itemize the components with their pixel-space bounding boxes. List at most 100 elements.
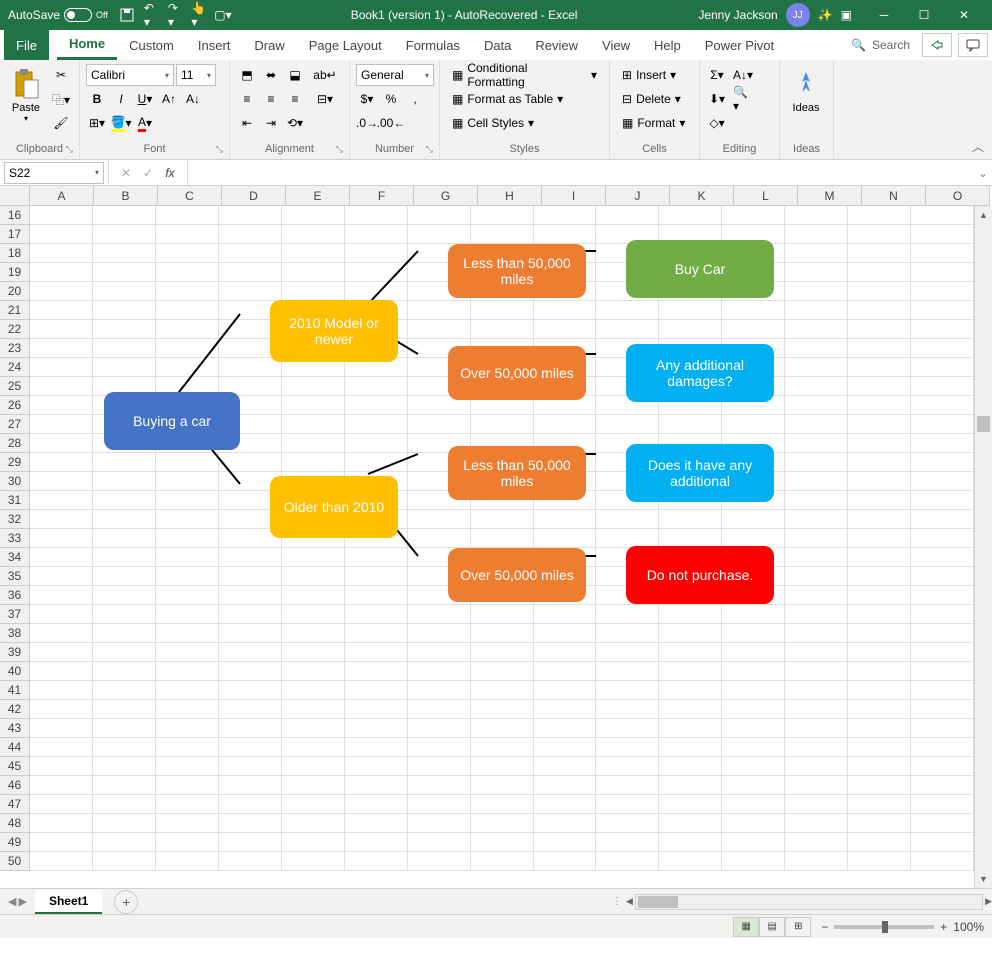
row-header-27[interactable]: 27 [0,415,30,434]
redo-icon[interactable]: ↷ ▾ [168,8,182,22]
column-header-J[interactable]: J [606,186,670,206]
fill-color-button[interactable]: 🪣▾ [110,112,132,134]
column-header-G[interactable]: G [414,186,478,206]
align-right-button[interactable]: ≡ [284,88,306,110]
fill-button[interactable]: ⬇▾ [706,88,728,110]
delete-cells-button[interactable]: ⊟Delete ▾ [616,88,693,110]
page-break-view-button[interactable]: ⊞ [785,917,811,937]
row-header-49[interactable]: 49 [0,833,30,852]
percent-button[interactable]: % [380,88,402,110]
coming-soon-icon[interactable]: ✨ [818,8,833,22]
page-layout-view-button[interactable]: ▤ [759,917,785,937]
increase-decimal-button[interactable]: .0→ [356,112,378,134]
node-outcome-buy[interactable]: Buy Car [626,240,774,298]
row-header-38[interactable]: 38 [0,624,30,643]
increase-font-button[interactable]: A↑ [158,88,180,110]
underline-button[interactable]: U▾ [134,88,156,110]
zoom-slider[interactable] [834,925,934,929]
row-header-37[interactable]: 37 [0,605,30,624]
row-header-41[interactable]: 41 [0,681,30,700]
hscroll-right[interactable]: ▶ [985,896,992,907]
column-header-O[interactable]: O [926,186,990,206]
decrease-indent-button[interactable]: ⇤ [236,112,258,134]
decrease-font-button[interactable]: A↓ [182,88,204,110]
row-header-21[interactable]: 21 [0,301,30,320]
row-header-48[interactable]: 48 [0,814,30,833]
clear-button[interactable]: ◇▾ [706,112,728,134]
cancel-formula-button[interactable]: ✕ [117,164,135,182]
row-header-22[interactable]: 22 [0,320,30,339]
row-header-50[interactable]: 50 [0,852,30,871]
row-header-34[interactable]: 34 [0,548,30,567]
sheet-tab-1[interactable]: Sheet1 [35,890,102,914]
font-launcher[interactable]: ⤡ [216,144,223,155]
qat-customize-icon[interactable]: ▢▾ [216,8,230,22]
font-color-button[interactable]: A▾ [134,112,156,134]
row-header-39[interactable]: 39 [0,643,30,662]
wrap-text-button[interactable]: ab↵ [310,64,340,86]
hscroll-left[interactable]: ◀ [626,896,633,907]
node-b-less[interactable]: Less than 50,000 miles [448,446,586,500]
column-header-K[interactable]: K [670,186,734,206]
row-header-28[interactable]: 28 [0,434,30,453]
node-outcome-additional[interactable]: Does it have any additional [626,444,774,502]
row-header-20[interactable]: 20 [0,282,30,301]
enter-formula-button[interactable]: ✓ [139,164,157,182]
hscroll-thumb[interactable] [638,896,678,908]
row-header-35[interactable]: 35 [0,567,30,586]
row-header-25[interactable]: 25 [0,377,30,396]
align-middle-button[interactable]: ⬌ [260,64,282,86]
tab-view[interactable]: View [590,30,642,60]
row-header-42[interactable]: 42 [0,700,30,719]
ideas-button[interactable]: Ideas [786,64,826,116]
align-top-button[interactable]: ⬒ [236,64,258,86]
column-header-D[interactable]: D [222,186,286,206]
row-header-24[interactable]: 24 [0,358,30,377]
number-launcher[interactable]: ⤡ [426,144,433,155]
row-header-44[interactable]: 44 [0,738,30,757]
node-root[interactable]: Buying a car [104,392,240,450]
cut-button[interactable]: ✂ [50,64,72,86]
node-branch-a[interactable]: 2010 Model or newer [270,300,398,362]
autosum-button[interactable]: Σ▾ [706,64,728,86]
sheet-nav-next[interactable]: ▶ [18,895,26,908]
tab-page-layout[interactable]: Page Layout [297,30,394,60]
column-header-I[interactable]: I [542,186,606,206]
format-painter-button[interactable]: 🖌 [50,112,72,134]
fx-button[interactable]: fx [161,164,179,182]
borders-button[interactable]: ⊞▾ [86,112,108,134]
currency-button[interactable]: $▾ [356,88,378,110]
hscroll-split[interactable]: ⋮ [612,896,622,907]
minimize-button[interactable]: ─ [864,0,904,30]
node-outcome-damages[interactable]: Any additional damages? [626,344,774,402]
tab-insert[interactable]: Insert [186,30,243,60]
autosave-toggle[interactable]: AutoSave Off [8,8,108,22]
column-header-A[interactable]: A [30,186,94,206]
tab-power-pivot[interactable]: Power Pivot [693,30,786,60]
row-header-16[interactable]: 16 [0,206,30,225]
cell-styles-button[interactable]: ▦Cell Styles ▾ [446,112,603,134]
zoom-level[interactable]: 100% [953,920,984,934]
font-name-combo[interactable]: Calibri▾ [86,64,174,86]
number-format-combo[interactable]: General▾ [356,64,434,86]
save-icon[interactable] [120,8,134,22]
node-a-over[interactable]: Over 50,000 miles [448,346,586,400]
formula-expand-button[interactable]: ⌄ [974,166,992,180]
bold-button[interactable]: B [86,88,108,110]
search-box[interactable]: 🔍 Search [851,38,910,52]
column-header-F[interactable]: F [350,186,414,206]
row-header-36[interactable]: 36 [0,586,30,605]
align-bottom-button[interactable]: ⬓ [284,64,306,86]
format-cells-button[interactable]: ▦Format ▾ [616,112,693,134]
clipboard-launcher[interactable]: ⤡ [66,144,73,155]
tab-review[interactable]: Review [523,30,590,60]
sort-filter-button[interactable]: A↓▾ [732,64,754,86]
row-header-30[interactable]: 30 [0,472,30,491]
copy-button[interactable]: ⿻▾ [50,88,72,110]
font-size-combo[interactable]: 11▾ [176,64,216,86]
cells-area[interactable] [30,206,974,888]
row-header-18[interactable]: 18 [0,244,30,263]
user-account[interactable]: Jenny Jackson JJ ✨ ▣ [698,3,852,27]
tab-home[interactable]: Home [57,30,117,60]
row-header-47[interactable]: 47 [0,795,30,814]
